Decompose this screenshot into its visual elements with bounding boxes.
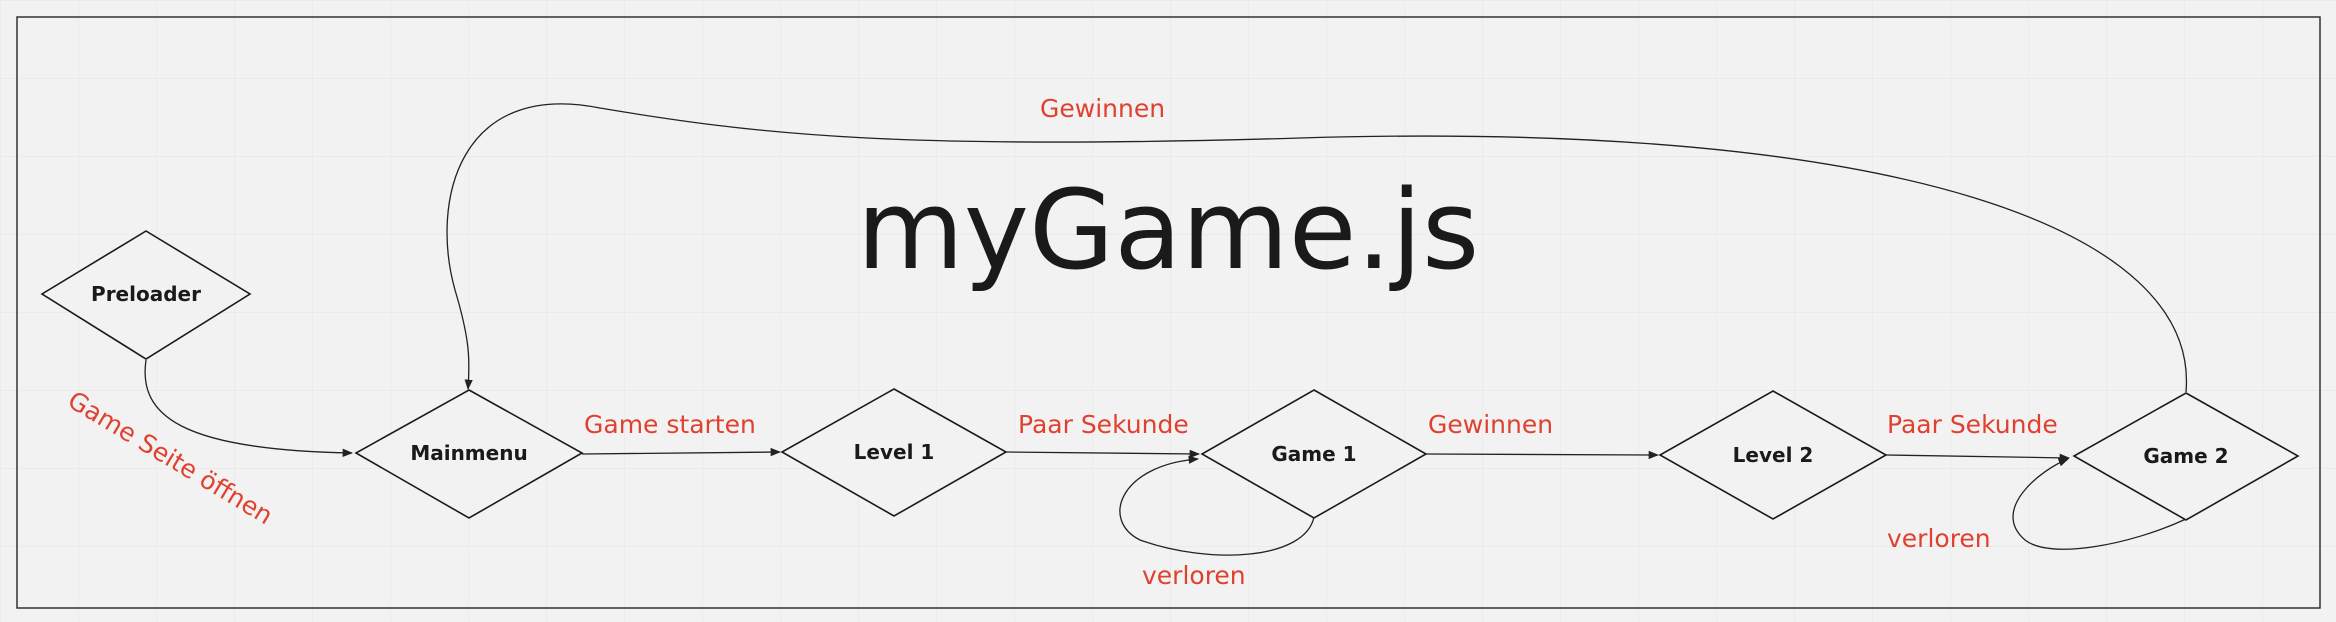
edge-label-win-1: Gewinnen: [1428, 410, 1553, 439]
edge-label-wait-1: Paar Sekunde: [1018, 410, 1189, 439]
node-level1-label: Level 1: [854, 440, 935, 464]
edge-label-start-game: Game starten: [584, 410, 756, 439]
node-level2-label: Level 2: [1733, 443, 1814, 467]
edge-label-win-2: Gewinnen: [1040, 94, 1165, 123]
node-mainmenu-label: Mainmenu: [410, 441, 527, 465]
diagram-title: myGame.js: [857, 166, 1480, 294]
edge-label-lose-1: verloren: [1142, 561, 1246, 590]
node-preloader-label: Preloader: [91, 282, 201, 306]
edge-label-wait-2: Paar Sekunde: [1887, 410, 2058, 439]
node-game2-label: Game 2: [2143, 444, 2228, 468]
edge-label-lose-2: verloren: [1887, 524, 1991, 553]
node-game1-label: Game 1: [1271, 442, 1356, 466]
diagram-canvas: myGame.js Preloader Mainmenu Level 1 Gam…: [0, 0, 2336, 622]
